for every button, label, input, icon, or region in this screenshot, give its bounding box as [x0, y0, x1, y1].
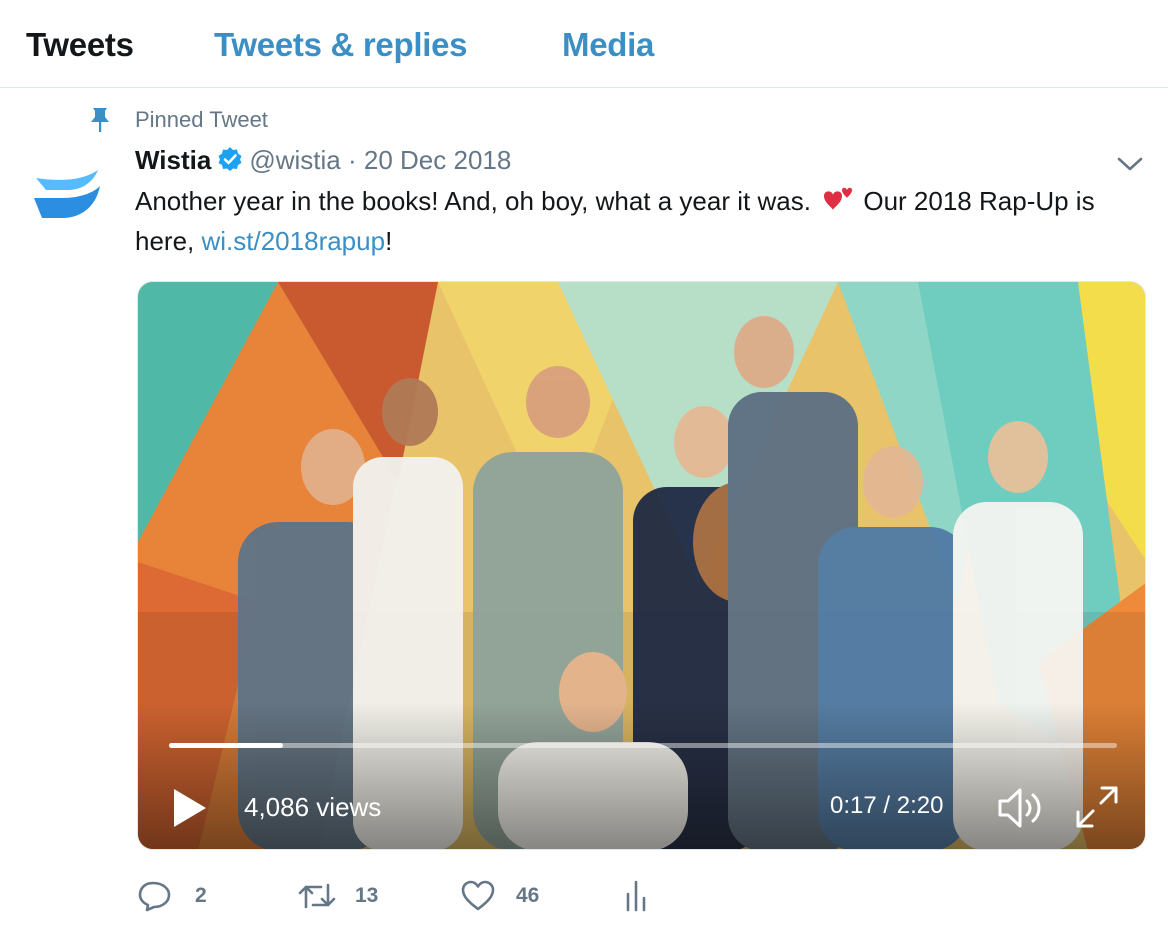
- volume-icon[interactable]: [996, 784, 1048, 832]
- tweet-text: Another year in the books! And, oh boy, …: [135, 181, 1135, 261]
- tweet-header: Wistia @wistia · 20 Dec 2018: [135, 145, 511, 179]
- profile-tabs: Tweets Tweets & replies Media: [0, 0, 1168, 88]
- retweet-icon: [298, 883, 336, 909]
- tweet-link[interactable]: wi.st/2018rapup: [202, 226, 386, 256]
- video-thumbnail: [138, 282, 1145, 849]
- chevron-down-icon[interactable]: [1115, 152, 1145, 176]
- like-count: 46: [516, 884, 540, 907]
- analytics-button[interactable]: [622, 872, 662, 920]
- separator-dot: ·: [347, 145, 357, 175]
- tweet-text-part3: !: [385, 226, 393, 256]
- fullscreen-icon[interactable]: [1074, 784, 1120, 830]
- video-progress-fill: [169, 743, 283, 748]
- view-count: 4,086 views: [244, 792, 382, 822]
- tab-tweets[interactable]: Tweets: [26, 26, 134, 64]
- like-button[interactable]: 46: [460, 872, 570, 920]
- reply-count: 2: [195, 884, 207, 907]
- tweet-actions: 2 13 46: [135, 872, 835, 920]
- like-icon: [461, 880, 495, 911]
- author-handle[interactable]: @wistia: [249, 145, 340, 175]
- tweet-text-part1: Another year in the books! And, oh boy, …: [135, 186, 819, 216]
- tweet-date[interactable]: 20 Dec 2018: [364, 145, 511, 175]
- wistia-logo-avatar[interactable]: [32, 168, 104, 224]
- pinned-tweet-label: Pinned Tweet: [135, 107, 268, 132]
- author-name[interactable]: Wistia: [135, 145, 211, 175]
- two-hearts-icon: [824, 187, 853, 210]
- tab-tweets-and-replies[interactable]: Tweets & replies: [214, 26, 468, 64]
- tab-media[interactable]: Media: [562, 26, 654, 64]
- reply-button[interactable]: 2: [135, 872, 225, 920]
- play-icon[interactable]: [172, 787, 208, 829]
- video-time: 0:17 / 2:20: [830, 792, 944, 819]
- analytics-icon: [626, 880, 646, 912]
- retweet-button[interactable]: 13: [297, 872, 407, 920]
- verified-badge-icon: [218, 147, 242, 171]
- retweet-count: 13: [355, 884, 379, 907]
- pin-icon: [91, 108, 109, 132]
- video-progress-bar[interactable]: [169, 743, 1117, 748]
- reply-icon: [138, 881, 171, 912]
- video-player[interactable]: 4,086 views 0:17 / 2:20: [137, 281, 1146, 850]
